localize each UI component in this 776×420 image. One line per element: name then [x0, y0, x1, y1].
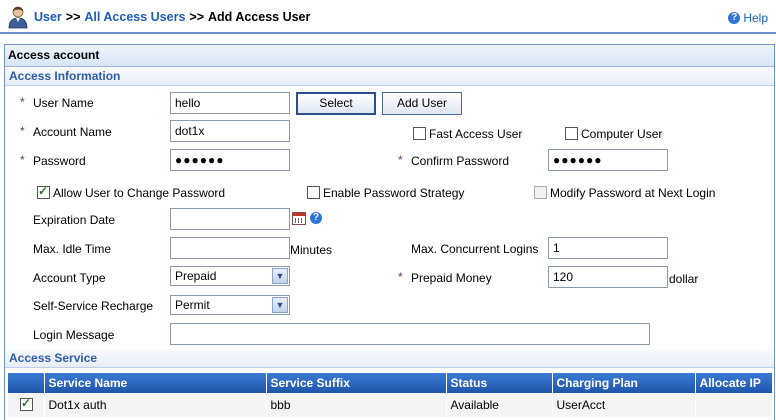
self-service-recharge-label: Self-Service Recharge: [33, 299, 154, 313]
add-user-button[interactable]: Add User: [382, 92, 462, 115]
column-header-allocate-ip[interactable]: Allocate IP: [695, 373, 773, 393]
max-idle-time-label: Max. Idle Time: [33, 242, 112, 256]
password-label: Password: [33, 154, 86, 168]
column-header-charging-plan[interactable]: Charging Plan: [552, 373, 696, 393]
allocate-ip-cell[interactable]: [695, 393, 773, 417]
breadcrumb-user-link[interactable]: User: [34, 10, 62, 24]
prepaid-money-label: Prepaid Money: [411, 271, 492, 285]
enable-password-strategy-label: Enable Password Strategy: [323, 186, 465, 200]
required-marker: *: [20, 153, 25, 167]
minutes-unit: Minutes: [290, 243, 333, 257]
account-name-input[interactable]: dot1x: [170, 120, 290, 142]
top-bar: User >> All Access Users >> Add Access User …: [0, 0, 776, 34]
self-service-recharge-value: Permit: [175, 298, 210, 312]
computer-user-checkbox[interactable]: [565, 127, 578, 140]
column-header-service-suffix[interactable]: Service Suffix: [266, 373, 447, 393]
breadcrumb-all-access-users-link[interactable]: All Access Users: [84, 10, 185, 24]
required-marker: *: [398, 153, 403, 167]
help-link[interactable]: ? Help: [728, 11, 768, 25]
modify-password-next-login-checkbox[interactable]: [534, 186, 547, 199]
row-select-cell: [8, 393, 45, 417]
service-table: Service Name Service Suffix Status Charg…: [8, 373, 773, 417]
fast-access-user-label: Fast Access User: [429, 127, 523, 141]
table-header-row: Service Name Service Suffix Status Charg…: [8, 373, 773, 393]
required-marker: *: [398, 270, 403, 284]
service-suffix-cell: bbb: [266, 393, 447, 417]
breadcrumb-separator: >>: [189, 10, 205, 24]
dollar-unit: dollar: [669, 272, 699, 286]
enable-password-strategy-checkbox[interactable]: [307, 186, 320, 199]
required-marker: *: [20, 124, 25, 138]
page-title: Add Access User: [208, 10, 311, 24]
confirm-password-label: Confirm Password: [411, 154, 510, 168]
column-header-service-name[interactable]: Service Name: [44, 373, 267, 393]
max-idle-time-input[interactable]: [170, 237, 290, 259]
select-column-header: [8, 373, 45, 393]
password-input[interactable]: ●●●●●●: [170, 149, 290, 171]
service-name-cell: Dot1x auth: [44, 393, 267, 417]
required-marker: *: [20, 95, 25, 109]
help-label: Help: [743, 11, 768, 25]
help-icon: ?: [728, 12, 741, 24]
account-name-label: Account Name: [33, 125, 112, 139]
status-cell: Available: [446, 393, 553, 417]
computer-user-label: Computer User: [581, 127, 663, 141]
select-button[interactable]: Select: [296, 92, 376, 115]
login-message-label: Login Message: [33, 328, 115, 342]
charging-plan-cell: UserAcct: [552, 393, 696, 417]
user-name-label: User Name: [33, 96, 94, 110]
user-icon: [8, 6, 28, 29]
expiration-date-label: Expiration Date: [33, 213, 116, 227]
panel-title: Access account: [5, 45, 774, 67]
account-type-value: Prepaid: [175, 269, 217, 283]
user-name-input[interactable]: hello: [170, 92, 290, 114]
expiration-date-input[interactable]: [170, 208, 290, 230]
section-access-service: Access Service: [5, 350, 774, 368]
login-message-input[interactable]: [170, 323, 650, 345]
row-select-checkbox[interactable]: [20, 396, 33, 411]
breadcrumb-separator: >>: [65, 10, 81, 24]
account-type-label: Account Type: [33, 271, 106, 285]
allow-change-password-checkbox[interactable]: [37, 184, 50, 199]
max-concurrent-logins-input[interactable]: 1: [548, 237, 668, 259]
calendar-icon[interactable]: [292, 212, 306, 225]
section-access-information: Access Information: [5, 68, 774, 86]
prepaid-money-input[interactable]: 120: [548, 266, 668, 288]
allow-change-password-label: Allow User to Change Password: [53, 186, 226, 200]
fast-access-user-checkbox[interactable]: [413, 127, 426, 140]
max-concurrent-logins-label: Max. Concurrent Logins: [411, 242, 539, 256]
column-header-status[interactable]: Status: [446, 373, 553, 393]
table-row: Dot1x auth bbb Available UserAcct: [8, 393, 773, 417]
chevron-down-icon[interactable]: ▼: [272, 268, 288, 284]
self-service-recharge-select[interactable]: Permit ▼: [170, 295, 290, 315]
access-account-panel: Access account Access Information * User…: [4, 44, 775, 420]
account-type-select[interactable]: Prepaid ▼: [170, 266, 290, 286]
modify-password-next-login-label: Modify Password at Next Login: [550, 186, 716, 200]
confirm-password-input[interactable]: ●●●●●●: [548, 149, 668, 171]
question-icon[interactable]: ?: [310, 212, 322, 224]
breadcrumb: User >> All Access Users >> Add Access User: [34, 10, 310, 24]
chevron-down-icon[interactable]: ▼: [272, 297, 288, 313]
